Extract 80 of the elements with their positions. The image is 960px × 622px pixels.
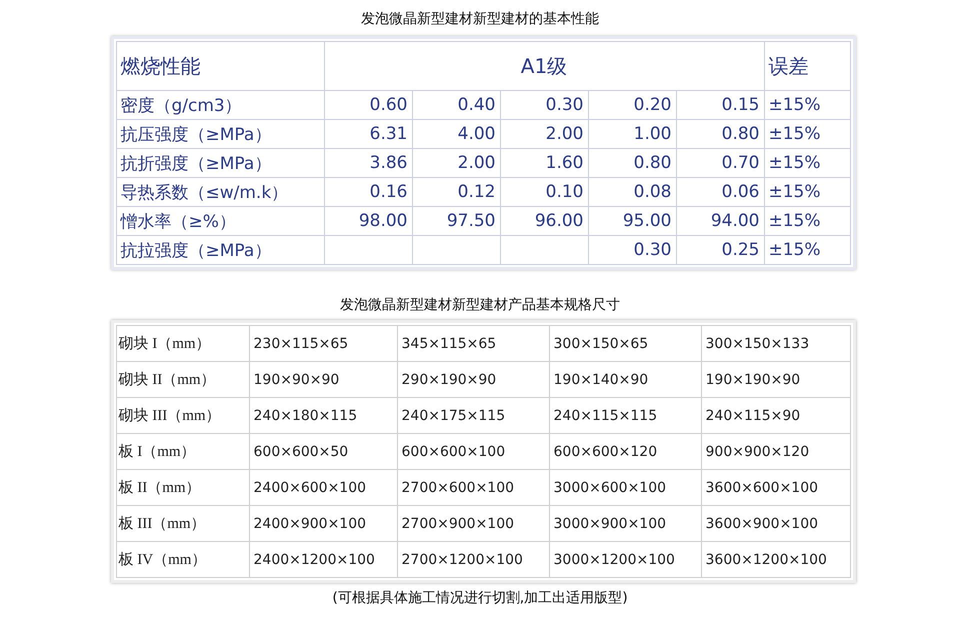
table-cell: 0.80 (676, 120, 764, 148)
table-cell: 190×140×90 (549, 362, 701, 398)
table-cell: 240×115×90 (701, 398, 850, 434)
table-cell: 3.86 (324, 148, 412, 178)
table-cell: 0.16 (324, 178, 412, 206)
table-cell: 板 IV（mm） (116, 542, 249, 578)
table-cell: 345×115×65 (397, 326, 549, 362)
table-cell: 0.20 (588, 90, 676, 120)
table-cell: 900×900×120 (701, 434, 850, 470)
table-cell: 板 II（mm） (116, 470, 249, 506)
table-cell: 190×190×90 (701, 362, 850, 398)
table-cell: ±15% (764, 90, 850, 120)
table-cell: 0.30 (500, 90, 588, 120)
table-header-cell: A1级 (324, 42, 764, 90)
table-cell: 4.00 (412, 120, 500, 148)
table-cell: 2700×1200×100 (397, 542, 549, 578)
table-cell: 2700×600×100 (397, 470, 549, 506)
table-cell: 抗压强度（≥MPa） (116, 120, 324, 148)
table-cell: ±15% (764, 148, 850, 178)
table-cell: 砌块 II（mm） (116, 362, 249, 398)
table-cell: 0.80 (588, 148, 676, 178)
table-cell: ±15% (764, 120, 850, 148)
table-cell: 板 I（mm） (116, 434, 249, 470)
table-cell: 0.30 (588, 236, 676, 264)
table-cell: 抗拉强度（≥MPa） (116, 236, 324, 264)
table-cell: 300×150×65 (549, 326, 701, 362)
table-cell: 砌块 I（mm） (116, 326, 249, 362)
table-cell: 600×600×100 (397, 434, 549, 470)
table-cell: 190×90×90 (249, 362, 397, 398)
table-cell: 230×115×65 (249, 326, 397, 362)
table-cell: 240×115×115 (549, 398, 701, 434)
table-cell: 96.00 (500, 206, 588, 236)
table-cell: 98.00 (324, 206, 412, 236)
table-cell: 0.60 (324, 90, 412, 120)
table-cell: 0.15 (676, 90, 764, 120)
table-cell: 600×600×120 (549, 434, 701, 470)
table-cell: 密度（g/cm3） (116, 90, 324, 120)
table-cell: ±15% (764, 178, 850, 206)
table-cell: 0.08 (588, 178, 676, 206)
table-cell: 0.12 (412, 178, 500, 206)
table-cell: 抗折强度（≥MPa） (116, 148, 324, 178)
table-header-cell: 燃烧性能 (116, 42, 324, 90)
table-cell: 3600×600×100 (701, 470, 850, 506)
table-cell: 3000×600×100 (549, 470, 701, 506)
table-cell: 3000×1200×100 (549, 542, 701, 578)
table-cell: 2400×900×100 (249, 506, 397, 542)
table-cell: 0.70 (676, 148, 764, 178)
table-cell: 2700×900×100 (397, 506, 549, 542)
table-cell: 3600×900×100 (701, 506, 850, 542)
table-cell: 300×150×133 (701, 326, 850, 362)
table-cell: 0.25 (676, 236, 764, 264)
table-cell: 2400×600×100 (249, 470, 397, 506)
table-cell: 导热系数（≤w/m.k） (116, 178, 324, 206)
table-cell: 95.00 (588, 206, 676, 236)
table-cell: 3600×1200×100 (701, 542, 850, 578)
table-cell: 600×600×50 (249, 434, 397, 470)
table-cell: 6.31 (324, 120, 412, 148)
table-cell: 97.50 (412, 206, 500, 236)
table-cell: 2.00 (500, 120, 588, 148)
table-cell: 0.10 (500, 178, 588, 206)
table-cell: 1.60 (500, 148, 588, 178)
table-title: 发泡微晶新型建材新型建材产品基本规格尺寸 (340, 296, 620, 315)
table-cell: 砌块 III（mm） (116, 398, 249, 434)
table-cell: 0.06 (676, 178, 764, 206)
footnote: (可根据具体施工情况进行切割,加工出适用版型) (332, 589, 628, 607)
table-cell: 2400×1200×100 (249, 542, 397, 578)
table-cell: 憎水率（≥%） (116, 206, 324, 236)
table-header-cell: 误差 (764, 42, 850, 90)
table-cell: 板 III（mm） (116, 506, 249, 542)
table-title: 发泡微晶新型建材新型建材的基本性能 (361, 10, 599, 29)
table-cell: 3000×900×100 (549, 506, 701, 542)
table-cell: 1.00 (588, 120, 676, 148)
table-cell: 2.00 (412, 148, 500, 178)
table-cell: 290×190×90 (397, 362, 549, 398)
table-cell: ±15% (764, 236, 850, 264)
table-cell: 94.00 (676, 206, 764, 236)
table-cell: 240×180×115 (249, 398, 397, 434)
table-cell: 240×175×115 (397, 398, 549, 434)
table-cell: ±15% (764, 206, 850, 236)
table-cell: 0.40 (412, 90, 500, 120)
